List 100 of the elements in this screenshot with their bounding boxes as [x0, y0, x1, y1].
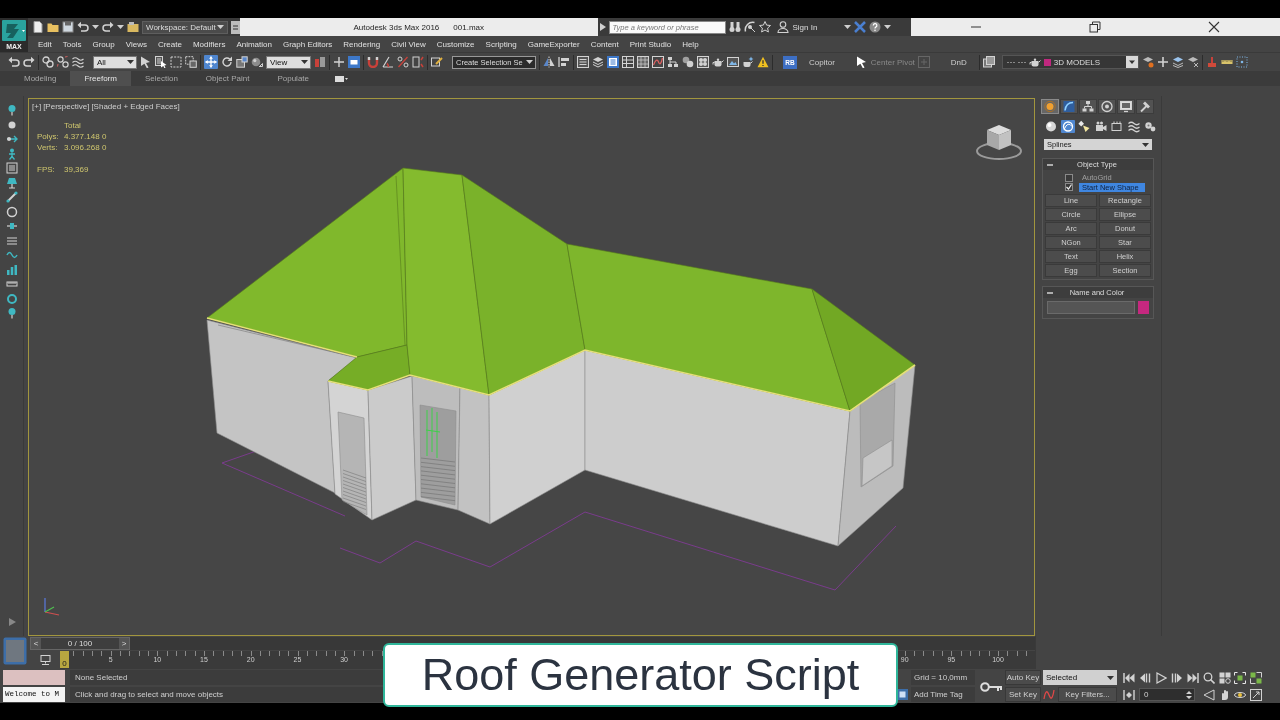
undo-icon[interactable]: [8, 56, 20, 68]
layer-stack-icon[interactable]: [982, 56, 995, 68]
viewport[interactable]: [+] [Perspective] [Shaded + Edged Faces] Total Polys: 4.377.148 0 Verts: 3.096.268 0 FPS: 39,369: [28, 98, 1035, 636]
close-icon[interactable]: [1208, 21, 1221, 33]
next-frame-icon[interactable]: [1171, 671, 1183, 684]
name-field[interactable]: [1047, 301, 1135, 314]
select-by-name-icon[interactable]: [155, 56, 167, 68]
menu-item[interactable]: Content: [590, 39, 619, 49]
document-icon[interactable]: [607, 56, 619, 68]
rotate-icon[interactable]: [221, 56, 233, 68]
layers-icon[interactable]: [592, 56, 604, 68]
satellite-icon[interactable]: [743, 21, 756, 33]
viewport-menu-label[interactable]: [Shaded + Edged Faces]: [91, 102, 180, 111]
spotlight-icon[interactable]: [1077, 120, 1091, 133]
shapes-icon[interactable]: [1060, 120, 1075, 133]
lamp-icon[interactable]: [5, 176, 18, 189]
crosshair-icon[interactable]: [333, 56, 345, 68]
go-to-start-icon[interactable]: [1123, 671, 1135, 684]
list-icon[interactable]: [5, 162, 18, 174]
caret-icon[interactable]: [883, 25, 891, 29]
menu-item[interactable]: Create: [157, 39, 182, 49]
zoom-icon[interactable]: [1203, 671, 1215, 684]
layer-dropdown[interactable]: 3D MODELS: [1001, 55, 1139, 69]
teapot-icon[interactable]: [712, 56, 724, 68]
move-icon[interactable]: [204, 55, 218, 69]
current-frame-marker[interactable]: 0: [60, 651, 69, 668]
folder-icon[interactable]: [47, 21, 59, 33]
bone-icon[interactable]: [5, 191, 18, 203]
bars-icon[interactable]: [5, 263, 18, 276]
previous-frame-icon[interactable]: [1139, 671, 1151, 684]
calendar-icon[interactable]: [1110, 120, 1124, 133]
menu-item[interactable]: Group: [92, 39, 115, 49]
play-icon[interactable]: [1155, 671, 1167, 684]
workspace-dropdown[interactable]: Workspace: Default: [142, 20, 228, 34]
edit-icon[interactable]: [431, 56, 443, 68]
new-file-icon[interactable]: [32, 21, 44, 33]
mirror-icon[interactable]: [543, 56, 555, 68]
previous-frame-button[interactable]: <: [31, 639, 41, 648]
restore-icon[interactable]: [1089, 21, 1102, 33]
project-folder-icon[interactable]: [127, 21, 139, 33]
teapot-icon[interactable]: [742, 56, 754, 68]
checkbox[interactable]: [1065, 183, 1073, 192]
schematic-icon[interactable]: [667, 56, 679, 68]
percent-snap-icon[interactable]: [397, 56, 409, 68]
align-icon[interactable]: [558, 56, 570, 68]
viewport-menu-label[interactable]: [+]: [32, 102, 42, 111]
menu-item[interactable]: Print Studio: [629, 39, 672, 49]
menu-item[interactable]: Tools: [62, 39, 82, 49]
ribbon-tab[interactable]: Object Paint: [191, 71, 264, 86]
menu-item[interactable]: Animation: [236, 39, 272, 49]
menu-item[interactable]: Rendering: [343, 39, 381, 49]
slider-icon[interactable]: [5, 220, 18, 232]
plus-icon[interactable]: [1156, 56, 1169, 68]
star-icon[interactable]: [758, 21, 771, 33]
gears-icon[interactable]: [1143, 120, 1157, 133]
magnet-icon[interactable]: [367, 56, 379, 68]
sign-in-button[interactable]: Sign In: [776, 21, 851, 33]
selection-filter-dropdown[interactable]: All: [93, 55, 137, 69]
ribbon-tab[interactable]: Populate: [263, 71, 323, 86]
current-frame-field[interactable]: 0: [1139, 688, 1195, 701]
menu-item[interactable]: Modifiers: [192, 39, 226, 49]
redo-icon[interactable]: [23, 56, 35, 68]
ribbon-tab[interactable]: Selection: [130, 71, 192, 86]
ring-icon[interactable]: [5, 292, 18, 305]
waves-icon[interactable]: [1126, 120, 1141, 133]
list-icon[interactable]: [577, 56, 589, 68]
maxscript-input-field[interactable]: [3, 670, 65, 685]
grid-icon[interactable]: [637, 56, 649, 68]
menu-icon[interactable]: [231, 20, 240, 34]
camera-icon[interactable]: [1093, 120, 1108, 133]
menu-item[interactable]: Scripting: [485, 39, 517, 49]
key-mode-dropdown[interactable]: Selected: [1043, 670, 1117, 685]
wave-icon[interactable]: [72, 56, 84, 68]
rectangle-select-icon[interactable]: [170, 56, 182, 68]
menu-item[interactable]: Civil View: [391, 39, 426, 49]
new-layer-icon[interactable]: [1141, 56, 1154, 68]
circle-icon[interactable]: [5, 205, 18, 218]
time-tag-button[interactable]: Add Time Tag: [911, 687, 975, 702]
unlink-icon[interactable]: [57, 56, 69, 68]
table-icon[interactable]: [622, 56, 634, 68]
maximize-icon[interactable]: [1249, 688, 1262, 701]
zoom-all-icon[interactable]: [1218, 671, 1231, 684]
key-icon[interactable]: [979, 681, 1003, 692]
pin-icon[interactable]: [5, 307, 18, 319]
caret-icon[interactable]: [117, 25, 124, 29]
curve-icon[interactable]: [1060, 99, 1078, 114]
monitor-icon[interactable]: [1117, 99, 1135, 114]
image-icon[interactable]: [727, 56, 739, 68]
redo-icon[interactable]: [102, 21, 114, 33]
binoculars-icon[interactable]: [728, 21, 741, 33]
lines-icon[interactable]: [5, 234, 18, 247]
key-filters-button[interactable]: Key Filters...: [1058, 687, 1117, 702]
triangle-icon[interactable]: [599, 23, 606, 31]
caret-icon[interactable]: [92, 25, 99, 29]
ribbon-toggle-icon[interactable]: [335, 74, 348, 83]
menu-item[interactable]: Help: [682, 39, 699, 49]
view-cube-icon[interactable]: [975, 122, 1023, 160]
spinner-snap-icon[interactable]: [412, 56, 424, 68]
window-select-icon[interactable]: [185, 56, 197, 68]
zoom-extents-icon[interactable]: [1234, 671, 1246, 684]
